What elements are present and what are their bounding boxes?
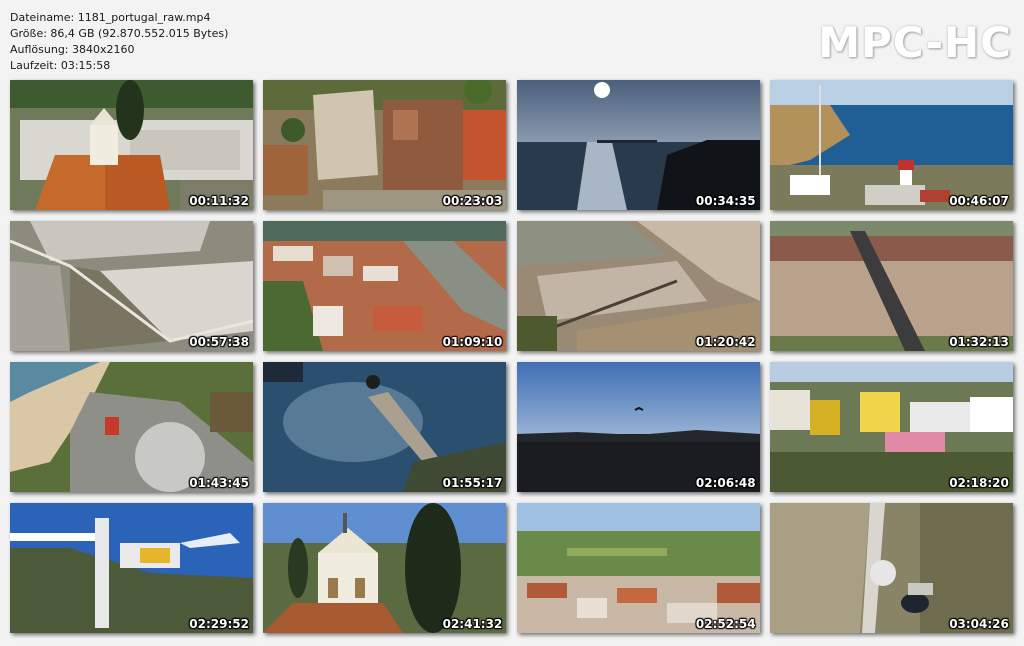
timestamp: 01:55:17	[442, 476, 503, 490]
thumbnail-image	[10, 80, 253, 210]
thumbnail[interactable]: 02:52:54	[516, 503, 760, 633]
thumbnail[interactable]: 01:09:10	[263, 221, 507, 351]
file-name-text: Dateiname: 1181_portugal_raw.mp4	[10, 11, 211, 24]
thumbnail-image	[516, 503, 760, 633]
thumbnail[interactable]: 01:20:42	[516, 221, 760, 351]
thumbnail[interactable]: 02:29:52	[10, 503, 253, 633]
thumbnail[interactable]: 00:57:38	[10, 221, 253, 351]
thumbnail-image	[769, 503, 1013, 633]
duration-text: Laufzeit: 03:15:58	[10, 59, 111, 72]
timestamp: 01:20:42	[695, 335, 756, 349]
file-size-text: Größe: 86,4 GB (92.870.552.015 Bytes)	[10, 27, 229, 40]
timestamp: 02:52:54	[695, 617, 756, 631]
file-info-panel: Dateiname: 1181_portugal_raw.mp4 Größe: …	[10, 10, 228, 74]
timestamp: 02:41:32	[442, 617, 503, 631]
mpc-hc-logo: MPC-HC	[818, 18, 1012, 67]
thumbnail[interactable]: 03:04:26	[769, 503, 1013, 633]
thumbnail[interactable]: 00:23:03	[263, 80, 507, 210]
thumbnail[interactable]: 00:46:07	[769, 80, 1013, 210]
thumbnail-image	[263, 80, 507, 210]
timestamp: 02:29:52	[189, 617, 249, 631]
thumbnail[interactable]: 01:32:13	[769, 221, 1013, 351]
timestamp: 00:23:03	[442, 194, 503, 208]
timestamp: 00:11:32	[189, 194, 249, 208]
resolution-text: Auflösung: 3840x2160	[10, 43, 135, 56]
timestamp: 02:18:20	[949, 476, 1009, 490]
thumbnail-image	[769, 362, 1013, 492]
timestamp: 01:09:10	[442, 335, 503, 349]
thumbnail-image	[10, 221, 253, 351]
thumbnail[interactable]: 02:18:20	[769, 362, 1013, 492]
thumbnail-image	[263, 503, 507, 633]
thumbnail-image	[10, 503, 253, 633]
timestamp: 03:04:26	[949, 617, 1009, 631]
timestamp: 01:43:45	[189, 476, 249, 490]
thumbnail-image	[516, 221, 760, 351]
thumbnail-image	[10, 362, 253, 492]
thumbnail-grid: 00:11:32 00:23:03 00:34:35 00:46:07 00:5…	[10, 80, 1014, 633]
timestamp: 00:57:38	[189, 335, 249, 349]
thumbnail[interactable]: 01:43:45	[10, 362, 253, 492]
thumbnail-image	[263, 362, 507, 492]
thumbnail-image	[263, 221, 507, 351]
thumbnail[interactable]: 00:34:35	[516, 80, 760, 210]
thumbnail[interactable]: 02:06:48	[516, 362, 760, 492]
thumbnail-image	[516, 362, 760, 492]
timestamp: 02:06:48	[695, 476, 756, 490]
thumbnail-image	[516, 80, 760, 210]
thumbnail[interactable]: 01:55:17	[263, 362, 507, 492]
thumbnail[interactable]: 02:41:32	[263, 503, 507, 633]
thumbnail[interactable]: 00:11:32	[10, 80, 253, 210]
timestamp: 01:32:13	[949, 335, 1009, 349]
timestamp: 00:34:35	[695, 194, 756, 208]
thumbnail-image	[769, 80, 1013, 210]
timestamp: 00:46:07	[949, 194, 1009, 208]
thumbnail-image	[769, 221, 1013, 351]
